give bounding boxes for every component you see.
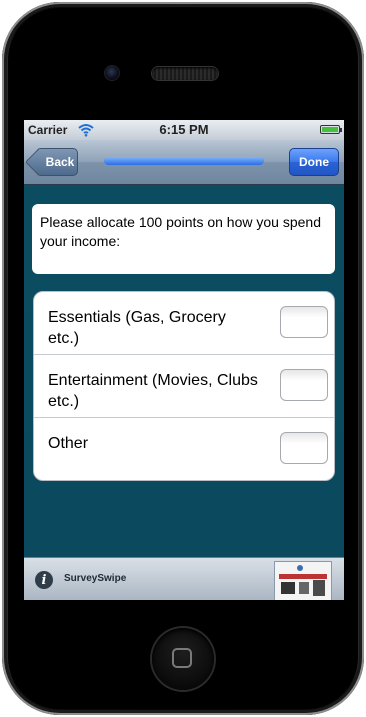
battery-icon [320,125,342,134]
info-icon[interactable]: i [35,571,53,589]
question-card: Please allocate 100 points on how you sp… [32,204,335,274]
speaker-grille [152,67,218,80]
home-square-icon [172,648,192,668]
option-label: Other [48,435,89,452]
points-input-essentials[interactable] [280,306,328,338]
points-input-entertainment[interactable] [280,369,328,401]
survey-content: Please allocate 100 points on how you sp… [24,185,344,557]
option-row-entertainment: Entertainment (Movies, Clubs etc.) [34,355,334,418]
back-button-label: Back [45,155,75,169]
done-button[interactable]: Done [289,148,339,176]
bottom-toolbar: i SurveySwipe [24,557,344,600]
ad-thumbnail-image[interactable] [274,561,332,600]
done-button-label: Done [299,155,329,169]
camera-icon [105,66,119,80]
app-name-label: SurveySwipe [64,573,127,584]
status-bar: Carrier 6:15 PM [24,120,344,140]
app-screen: Carrier 6:15 PM Back Done Please allocat… [24,120,344,600]
back-button[interactable]: Back [24,147,78,177]
home-button[interactable] [152,628,214,690]
question-text: Please allocate 100 points on how you sp… [40,214,321,249]
options-list: Essentials (Gas, Grocery etc.) Entertain… [33,291,335,481]
option-row-other: Other [34,418,334,480]
option-row-essentials: Essentials (Gas, Grocery etc.) [34,292,334,355]
points-input-other[interactable] [280,432,328,464]
survey-progress-bar [104,157,264,165]
status-time: 6:15 PM [159,122,209,137]
option-label: Essentials (Gas, Grocery etc.) [48,309,226,347]
survey-progress-fill [104,157,264,165]
battery-level [322,127,338,132]
option-label: Entertainment (Movies, Clubs etc.) [48,372,258,410]
